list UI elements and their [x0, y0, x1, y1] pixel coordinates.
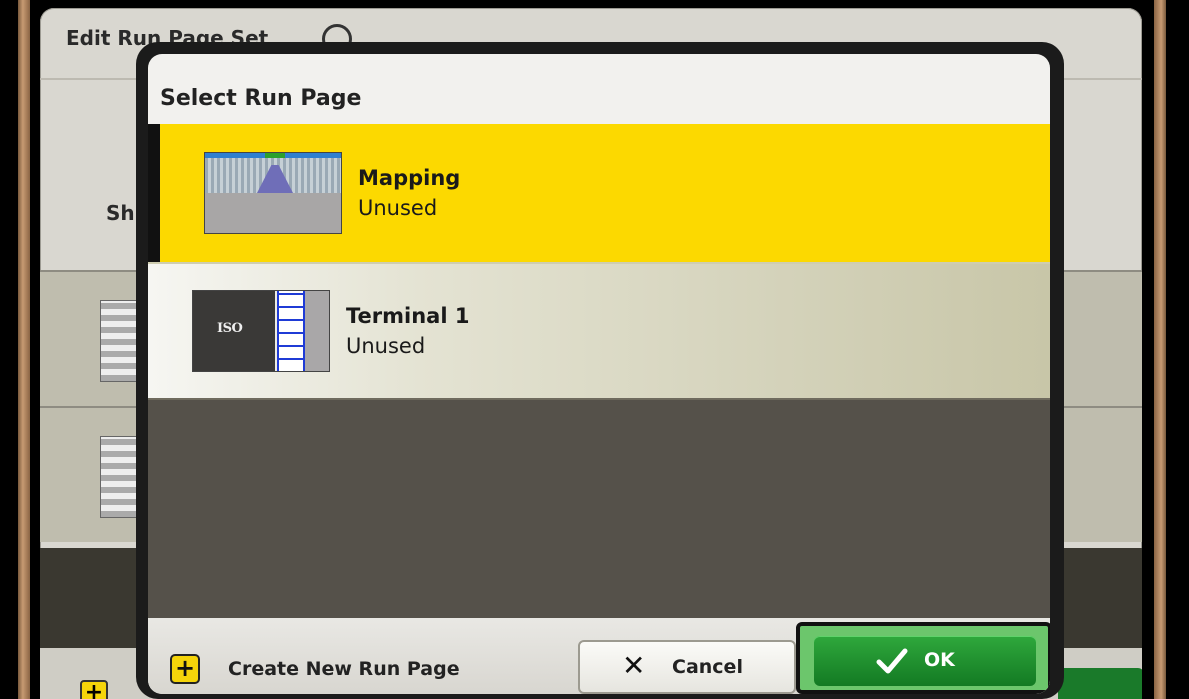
dialog-title: Select Run Page [160, 86, 362, 111]
mapping-thumbnail [204, 152, 342, 234]
background-thumbnail [100, 300, 140, 382]
iso-logo-text: ISO [217, 321, 243, 336]
run-page-list: Mapping Unused ISO Terminal 1 Unused [148, 124, 1050, 618]
create-new-run-page-button[interactable]: Create New Run Page [228, 658, 460, 680]
cancel-button[interactable]: ✕ Cancel [578, 640, 796, 694]
x-icon: ✕ [622, 649, 646, 682]
device-frame-left [18, 0, 30, 699]
select-run-page-dialog: Select Run Page Mapping Unused ISO Termi… [136, 42, 1064, 699]
ok-button-focus-ring: OK [796, 622, 1050, 694]
ok-button[interactable]: OK [814, 636, 1036, 686]
run-page-item-terminal-1[interactable]: ISO Terminal 1 Unused [148, 262, 1050, 400]
iso-terminal-thumbnail: ISO [192, 290, 330, 372]
run-page-title: Terminal 1 [346, 304, 470, 328]
run-page-title: Mapping [358, 166, 461, 190]
background-plus-icon[interactable]: + [80, 680, 108, 699]
dialog-body: Select Run Page Mapping Unused ISO Termi… [148, 54, 1050, 694]
background-ok-button[interactable] [1058, 668, 1142, 699]
run-page-item-mapping[interactable]: Mapping Unused [148, 124, 1050, 262]
device-frame-right [1154, 0, 1166, 699]
dialog-footer: + Create New Run Page ✕ Cancel OK [148, 618, 1050, 694]
background-label: Sh [106, 201, 135, 225]
plus-icon[interactable]: + [170, 654, 200, 684]
ok-label: OK [924, 649, 955, 671]
background-thumbnail [100, 436, 140, 518]
run-page-status: Unused [358, 196, 438, 220]
run-page-status: Unused [346, 334, 426, 358]
cancel-label: Cancel [672, 656, 743, 678]
checkmark-icon [876, 648, 908, 674]
